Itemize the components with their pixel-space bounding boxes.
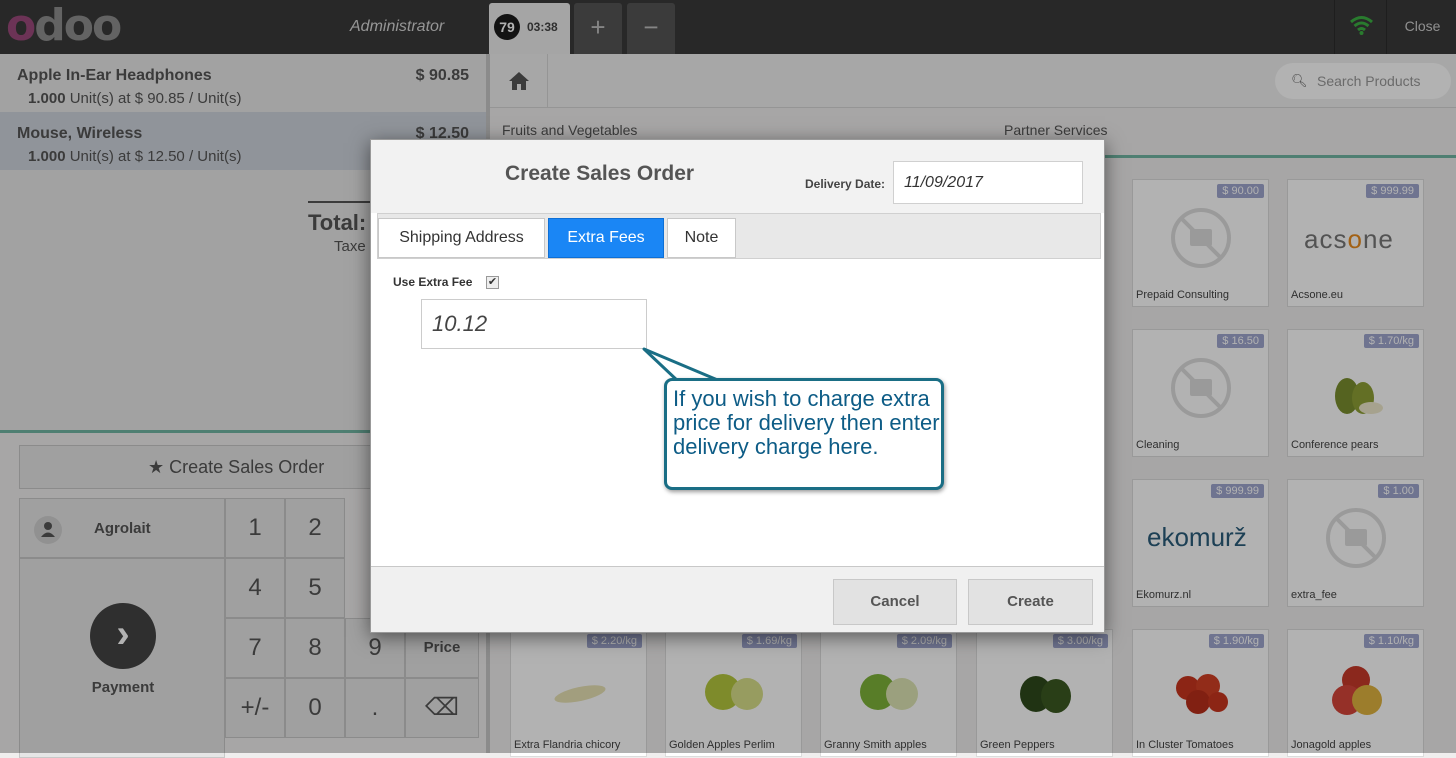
tab-extra-fees[interactable]: Extra Fees <box>548 218 664 258</box>
create-button[interactable]: Create <box>968 579 1093 625</box>
delivery-date-label: Delivery Date: <box>805 177 886 191</box>
cancel-button[interactable]: Cancel <box>833 579 957 625</box>
dialog-header: Create Sales Order Delivery Date: 11/09/… <box>371 140 1104 213</box>
tab-shipping-address[interactable]: Shipping Address <box>378 218 545 258</box>
delivery-date-field[interactable]: 11/09/2017 <box>893 161 1083 204</box>
callout-text: If you wish to charge extra price for de… <box>673 386 940 459</box>
dialog-title: Create Sales Order <box>505 162 695 185</box>
dialog-tabs: Shipping Address Extra Fees Note <box>377 213 1101 259</box>
dialog-footer: Cancel Create <box>371 566 1104 632</box>
use-extra-fee-checkbox[interactable]: ✔ <box>486 276 499 289</box>
tab-note[interactable]: Note <box>667 218 736 258</box>
use-extra-fee-label: Use Extra Fee <box>393 275 473 289</box>
extra-fee-input[interactable]: 10.12 <box>421 299 647 349</box>
tooltip-callout: If you wish to charge extra price for de… <box>664 378 944 490</box>
